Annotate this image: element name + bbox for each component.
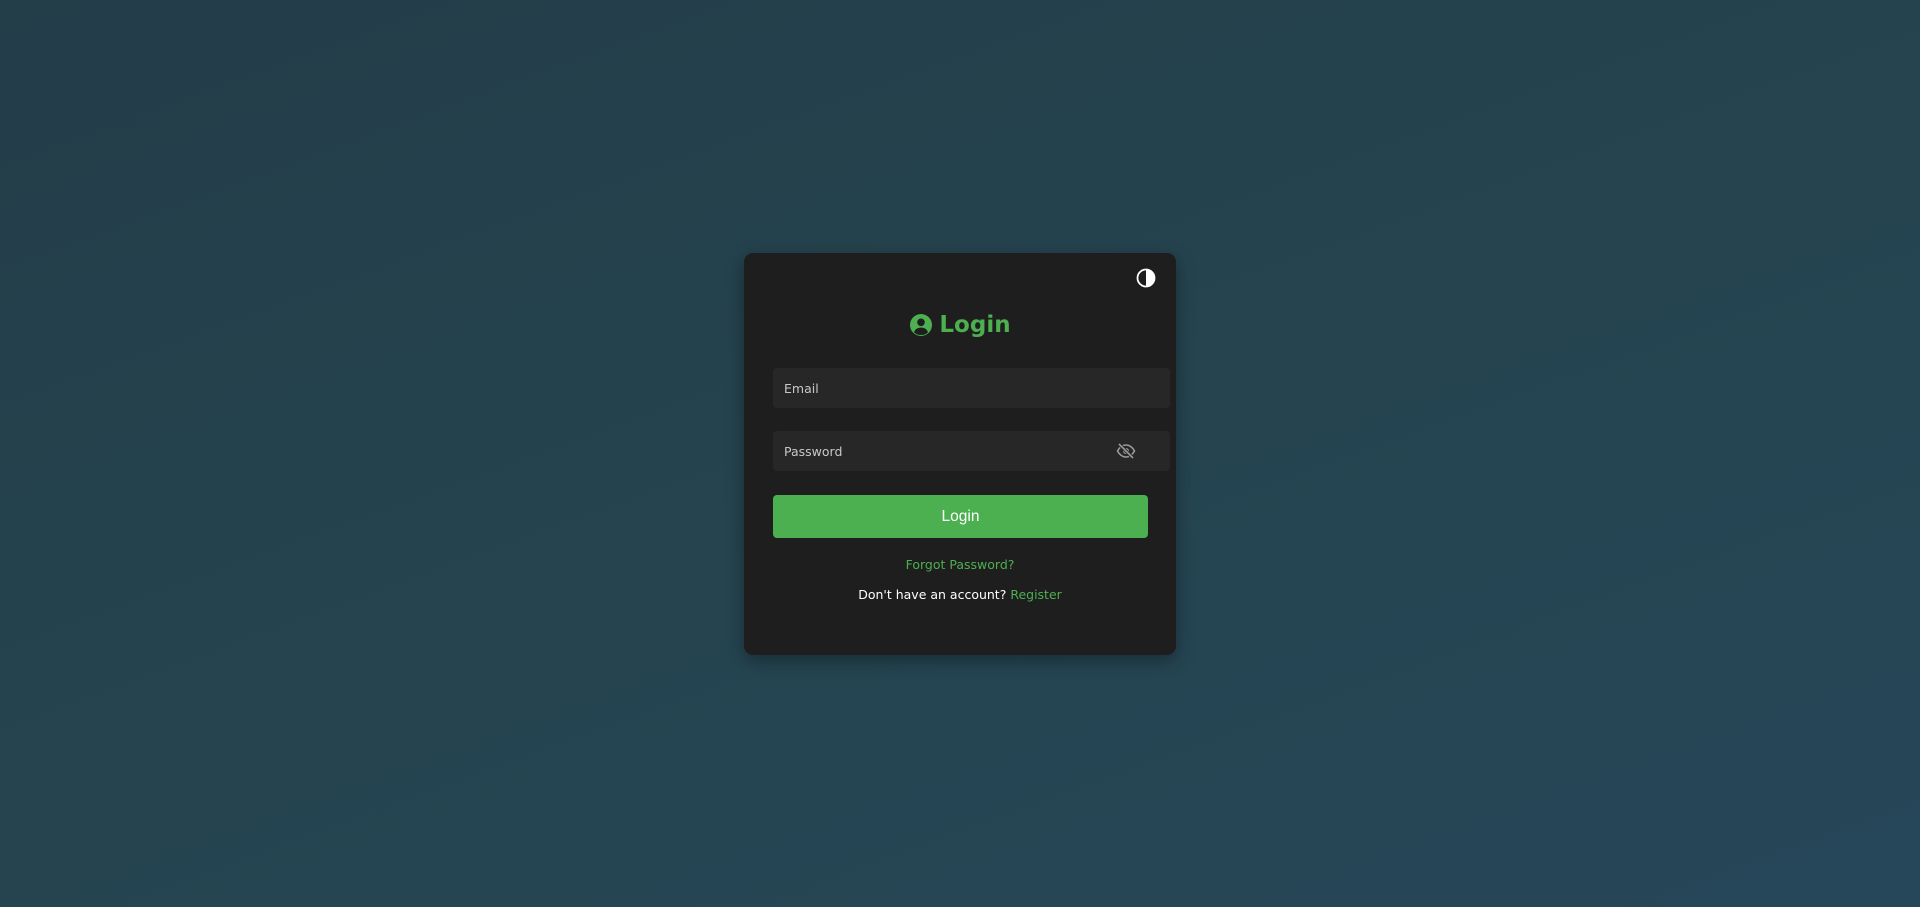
password-field[interactable] <box>773 431 1170 471</box>
page-title: Login <box>744 308 1176 342</box>
forgot-password-link[interactable]: Forgot Password? <box>744 557 1176 572</box>
title-text: Login <box>939 312 1011 338</box>
login-card: Login Login Forgot Password? Don't have … <box>744 253 1176 655</box>
register-link[interactable]: Register <box>1010 587 1061 602</box>
user-circle-icon <box>910 314 933 336</box>
register-prompt: Don't have an account? Register <box>744 587 1176 602</box>
eye-slash-icon[interactable] <box>1116 442 1136 460</box>
no-account-text: Don't have an account? <box>858 587 1007 602</box>
login-button[interactable]: Login <box>773 495 1148 538</box>
half-circle-contrast-icon[interactable] <box>1136 268 1156 288</box>
email-field[interactable] <box>773 368 1170 408</box>
